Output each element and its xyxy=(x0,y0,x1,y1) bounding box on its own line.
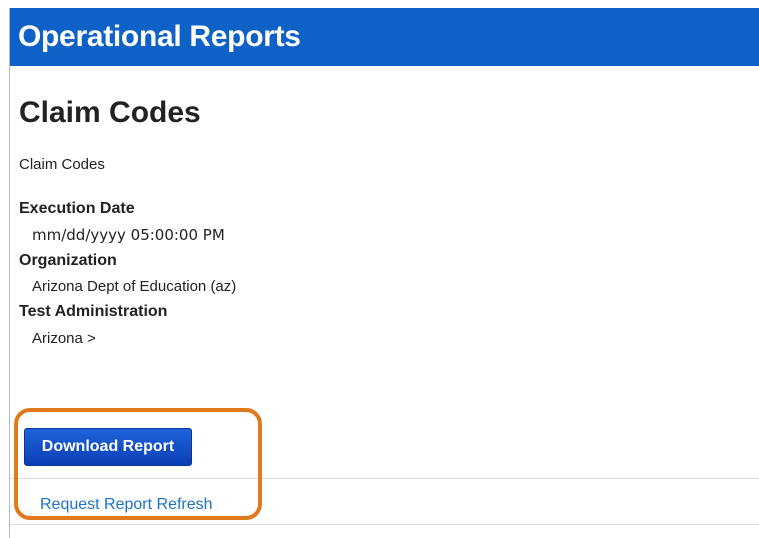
organization-label: Organization xyxy=(19,252,117,269)
actions-bottom-border xyxy=(10,524,759,525)
report-title: Claim Codes xyxy=(19,96,201,129)
execution-date-label: Execution Date xyxy=(19,200,135,217)
test-administration-value: Arizona > xyxy=(32,330,96,347)
test-administration-label: Test Administration xyxy=(19,303,168,320)
organization-value: Arizona Dept of Education (az) xyxy=(32,278,237,295)
page-header: Operational Reports xyxy=(10,8,759,66)
report-subtitle: Claim Codes xyxy=(19,156,105,173)
execution-date-value: mm/dd/yyyy 05:00:00 PM xyxy=(32,226,225,244)
highlight-annotation xyxy=(14,408,262,520)
header-title: Operational Reports xyxy=(18,20,301,53)
